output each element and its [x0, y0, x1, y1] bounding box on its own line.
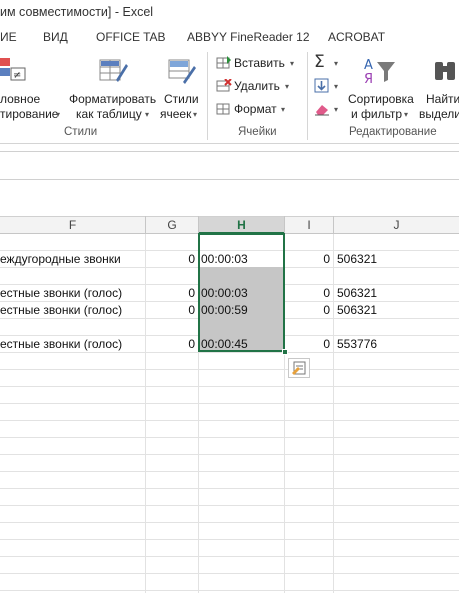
cell-f-call-type[interactable]: еждугородные звонки: [0, 252, 121, 266]
cond-format-label-1: ловное: [0, 92, 41, 106]
editing-group-label: Редактирование: [349, 126, 437, 138]
format-as-table-label-2: как таблицу: [76, 107, 142, 121]
cell-i-value[interactable]: 0: [287, 286, 330, 300]
title-bar: им совместимости] - Excel: [0, 0, 459, 26]
cond-format-label-2: тирование: [0, 107, 59, 121]
tab-view[interactable]: ВИД: [43, 30, 68, 44]
cell-j-number[interactable]: 553776: [337, 337, 377, 351]
cell-g-value[interactable]: 0: [150, 337, 195, 351]
row-gridline: [0, 556, 459, 557]
cell-f-call-type[interactable]: естные звонки (голос): [0, 337, 122, 351]
cell-j-number[interactable]: 506321: [337, 303, 377, 317]
cells-group-label: Ячейки: [238, 126, 277, 138]
quick-analysis-icon: [292, 361, 306, 375]
row-gridline: [0, 352, 459, 353]
row-gridline: [0, 539, 459, 540]
sort-filter-label-2: и фильтр: [351, 107, 403, 121]
ribbon: ≠ ловное тирование ▾ Форматировать как т…: [0, 48, 459, 144]
tab-review[interactable]: ИЕ: [0, 30, 17, 44]
sigma-icon: Σ: [314, 52, 325, 72]
quick-analysis-button[interactable]: [288, 358, 310, 378]
chevron-down-icon: ▾: [334, 105, 339, 114]
row-gridline: [0, 437, 459, 438]
cell-i-value[interactable]: 0: [287, 252, 330, 266]
chevron-down-icon: ▾: [404, 110, 409, 119]
chevron-down-icon: ▾: [334, 59, 339, 68]
column-header-j[interactable]: J: [334, 216, 459, 234]
sort-filter-label-1: Сортировка: [348, 92, 414, 106]
tab-office-tab[interactable]: OFFICE TAB: [96, 30, 166, 44]
column-divider: [284, 216, 285, 234]
row-gridline: [0, 590, 459, 591]
group-divider: [207, 52, 208, 140]
column-gridline: [145, 234, 146, 593]
formula-bar-top-border: [0, 151, 459, 152]
sort-filter-icon: А Я: [364, 58, 395, 87]
group-divider: [307, 52, 308, 140]
column-header-f[interactable]: F: [0, 216, 145, 234]
row-gridline: [0, 522, 459, 523]
row-gridline: [0, 573, 459, 574]
column-header-i[interactable]: I: [285, 216, 333, 234]
row-gridline: [0, 420, 459, 421]
row-gridline: [0, 471, 459, 472]
row-gridline: [0, 403, 459, 404]
insert-label: Вставить: [234, 56, 285, 70]
format-cells-icon: [216, 103, 230, 115]
cell-g-value[interactable]: 0: [150, 252, 195, 266]
cell-styles-icon: [168, 59, 196, 84]
row-gridline: [0, 505, 459, 506]
row-gridline: [0, 454, 459, 455]
column-divider: [198, 216, 199, 234]
column-header-h[interactable]: H: [199, 216, 284, 234]
column-gridline: [333, 234, 334, 593]
column-divider: [333, 216, 334, 234]
cell-g-value[interactable]: 0: [150, 303, 195, 317]
formula-bar-bottom-border: [0, 179, 459, 180]
cell-j-number[interactable]: 506321: [337, 286, 377, 300]
binoculars-icon: [435, 62, 455, 80]
cell-f-call-type[interactable]: естные звонки (голос): [0, 286, 122, 300]
svg-text:А: А: [364, 58, 373, 73]
chevron-down-icon: ▾: [56, 110, 61, 119]
format-label: Формат: [234, 102, 277, 116]
tab-abbyy[interactable]: ABBYY FineReader 12: [187, 30, 310, 44]
fill-handle[interactable]: [282, 349, 288, 355]
styles-group-label: Стили: [64, 126, 98, 138]
fill-down-icon: [314, 78, 329, 93]
insert-cells-icon: [216, 56, 231, 69]
cell-i-value[interactable]: 0: [287, 303, 330, 317]
conditional-formatting-icon: ≠: [0, 58, 26, 81]
cell-i-value[interactable]: 0: [287, 337, 330, 351]
row-gridline: [0, 386, 459, 387]
ribbon-tabs: ИЕ ВИД OFFICE TAB ABBYY FineReader 12 AC…: [0, 26, 459, 48]
format-as-table-icon: [99, 59, 128, 82]
chevron-down-icon: ▾: [281, 105, 286, 114]
selection-border: [198, 233, 285, 352]
chevron-down-icon: ▾: [285, 82, 290, 91]
chevron-down-icon: ▾: [145, 110, 150, 119]
eraser-icon: [315, 105, 329, 116]
row-gridline: [0, 369, 459, 370]
cell-styles-label-1: Стили: [164, 92, 199, 106]
cell-f-call-type[interactable]: естные звонки (голос): [0, 303, 122, 317]
row-gridline: [0, 488, 459, 489]
delete-label: Удалить: [234, 79, 280, 93]
svg-text:≠: ≠: [13, 70, 21, 81]
svg-text:Я: Я: [364, 72, 373, 87]
window-title: им совместимости] - Excel: [0, 5, 154, 19]
chevron-down-icon: ▾: [334, 82, 339, 91]
cell-g-value[interactable]: 0: [150, 286, 195, 300]
cell-styles-label-2: ячеек: [160, 107, 192, 121]
format-as-table-label-1: Форматировать: [69, 92, 157, 106]
column-divider: [145, 216, 146, 234]
tab-acrobat[interactable]: ACROBAT: [328, 30, 385, 44]
chevron-down-icon: ▾: [290, 59, 295, 68]
column-header-g[interactable]: G: [146, 216, 198, 234]
find-select-label-1: Найти: [426, 92, 459, 106]
chevron-down-icon: ▾: [193, 110, 198, 119]
find-select-label-2: выдели: [419, 107, 459, 121]
cell-j-number[interactable]: 506321: [337, 252, 377, 266]
delete-cells-icon: [216, 79, 232, 92]
